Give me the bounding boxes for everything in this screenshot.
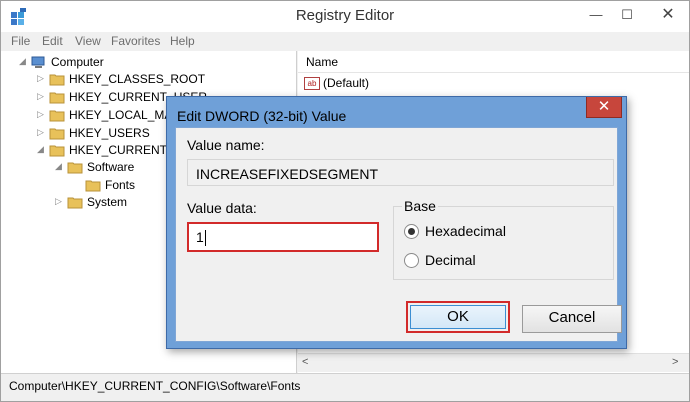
radio-label[interactable]: Decimal <box>425 252 476 268</box>
radio-selected-icon[interactable] <box>404 224 419 239</box>
menu-file[interactable]: File <box>11 34 30 48</box>
tree-label[interactable]: HKEY_USERS <box>69 126 150 140</box>
base-label: Base <box>402 198 438 214</box>
tree-label[interactable]: HKEY_LOCAL_MAC <box>69 108 181 122</box>
dialog-body: Value name: INCREASEFIXEDSEGMENT Value d… <box>175 127 622 342</box>
folder-icon <box>85 180 101 192</box>
column-header[interactable]: Name <box>298 51 689 73</box>
scroll-left-icon[interactable]: < <box>302 356 308 368</box>
dialog-close-button[interactable]: ✕ <box>586 97 622 118</box>
value-data-input[interactable]: 1 <box>187 222 379 252</box>
column-name-header[interactable]: Name <box>306 55 338 69</box>
collapsed-arrow-icon[interactable]: ▷ <box>37 127 44 138</box>
radio-label[interactable]: Hexadecimal <box>425 223 506 239</box>
folder-icon <box>49 92 65 104</box>
value-name[interactable]: (Default) <box>323 76 369 90</box>
value-data-text: 1 <box>196 229 204 245</box>
collapsed-arrow-icon[interactable]: ▷ <box>37 73 44 84</box>
ok-button[interactable]: OK <box>410 305 506 329</box>
menu-help[interactable]: Help <box>170 34 195 48</box>
expanded-arrow-icon[interactable]: ◢ <box>37 144 44 155</box>
dialog-title: Edit DWORD (32-bit) Value <box>177 108 347 124</box>
menu-favorites[interactable]: Favorites <box>111 34 160 48</box>
expanded-arrow-icon[interactable]: ◢ <box>55 161 62 172</box>
edit-dword-dialog: Edit DWORD (32-bit) Value ✕ Value name: … <box>166 96 627 349</box>
text-caret <box>204 230 206 247</box>
value-data-label: Value data: <box>187 200 257 216</box>
folder-icon <box>49 110 65 122</box>
tree-label[interactable]: Fonts <box>105 178 135 192</box>
cancel-button[interactable]: Cancel <box>522 305 622 333</box>
status-path: Computer\HKEY_CURRENT_CONFIG\Software\Fo… <box>9 379 301 393</box>
radio-dot <box>408 228 415 235</box>
tree-label[interactable]: HKEY_CLASSES_ROOT <box>69 72 205 86</box>
radio-unselected-icon[interactable] <box>404 253 419 268</box>
title-bar: Registry Editor — ☐ ✕ <box>1 1 689 32</box>
tree-label[interactable]: Computer <box>51 55 104 69</box>
folder-open-icon <box>49 145 65 157</box>
close-button[interactable]: ✕ <box>651 5 685 27</box>
expanded-arrow-icon[interactable]: ◢ <box>19 56 26 67</box>
folder-icon <box>49 74 65 86</box>
computer-icon <box>31 56 45 68</box>
menu-bar: File Edit View Favorites Help <box>1 32 689 51</box>
folder-open-icon <box>67 162 83 174</box>
collapsed-arrow-icon[interactable]: ▷ <box>55 196 62 207</box>
tree-label[interactable]: Software <box>87 160 134 174</box>
value-name-field: INCREASEFIXEDSEGMENT <box>187 159 614 186</box>
collapsed-arrow-icon[interactable]: ▷ <box>37 109 44 120</box>
value-name-label: Value name: <box>187 137 265 153</box>
base-group: Base Hexadecimal Decimal <box>393 198 614 280</box>
horizontal-scrollbar[interactable]: < > <box>298 353 689 372</box>
folder-icon <box>67 197 83 209</box>
scroll-right-icon[interactable]: > <box>672 356 678 368</box>
minimize-button[interactable]: — <box>583 5 609 27</box>
ok-button-highlight: OK <box>406 301 510 333</box>
collapsed-arrow-icon[interactable]: ▷ <box>37 91 44 102</box>
menu-view[interactable]: View <box>75 34 101 48</box>
maximize-button[interactable]: ☐ <box>614 5 640 27</box>
status-bar: Computer\HKEY_CURRENT_CONFIG\Software\Fo… <box>1 373 689 401</box>
folder-icon <box>49 128 65 140</box>
menu-edit[interactable]: Edit <box>42 34 63 48</box>
string-value-icon: ab <box>304 77 320 90</box>
tree-label[interactable]: System <box>87 195 127 209</box>
